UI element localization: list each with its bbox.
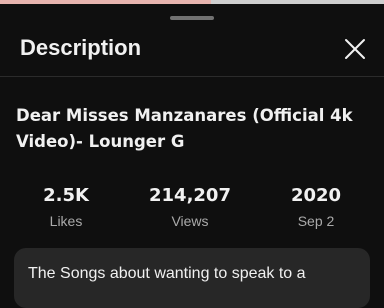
likes-count: 2.5K: [43, 185, 89, 206]
views-count: 214,207: [149, 185, 231, 206]
publish-day: Sep 2: [297, 213, 335, 229]
likes-label: Likes: [49, 213, 83, 229]
description-box[interactable]: The Songs about wanting to speak to a: [14, 248, 370, 308]
close-icon: [345, 39, 365, 59]
description-panel: Description Dear Misses Manzanares (Offi…: [0, 4, 384, 308]
drag-handle[interactable]: [170, 16, 214, 20]
views-label: Views: [171, 213, 209, 229]
publish-date-stat: 2020 Sep 2: [261, 184, 371, 230]
close-button[interactable]: [338, 32, 372, 66]
publish-year: 2020: [290, 185, 342, 206]
likes-stat: 2.5K Likes: [11, 184, 121, 230]
panel-title: Description: [20, 35, 142, 60]
video-title: Dear Misses Manzanares (Official 4k Vide…: [16, 106, 353, 151]
header-divider: [0, 76, 384, 77]
description-text: The Songs about wanting to speak to a: [28, 265, 306, 282]
views-stat: 214,207 Views: [135, 184, 245, 230]
